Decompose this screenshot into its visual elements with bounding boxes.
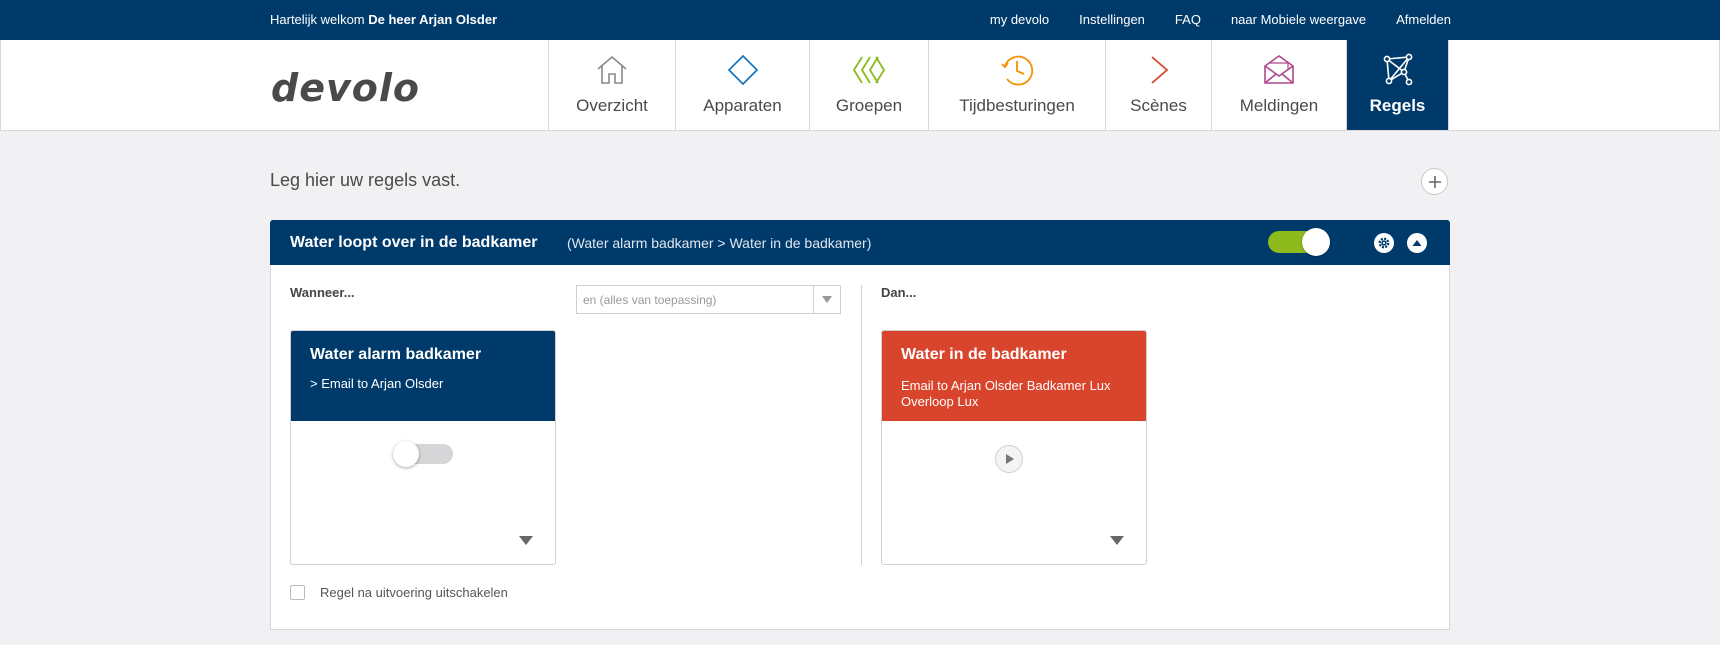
rule-path: (Water alarm badkamer > Water in de badk… [567, 235, 872, 251]
condition-toggle[interactable] [393, 441, 453, 467]
diamond-icon [727, 54, 758, 86]
nav-label: Groepen [835, 96, 903, 115]
action-card[interactable]: Water in de badkamer Email to Arjan Olsd… [881, 330, 1147, 565]
top-links: my devolo Instellingen FAQ naar Mobiele … [990, 12, 1451, 27]
nav-label: Tijdbesturingen [959, 96, 1075, 115]
disable-after-label: Regel na uitvoering uitschakelen [320, 585, 508, 600]
welcome-prefix: Hartelijk welkom [270, 12, 365, 27]
play-outline-icon [1150, 56, 1168, 84]
nav-label: Regels [1369, 96, 1426, 115]
home-icon [597, 55, 627, 84]
link-instellingen[interactable]: Instellingen [1079, 12, 1145, 27]
chevron-down-icon [1110, 536, 1124, 545]
top-bar: Hartelijk welkom De heer Arjan Olsder my… [0, 0, 1720, 40]
nav-groepen[interactable]: Groepen [809, 40, 928, 130]
toggle-knob [393, 441, 419, 467]
when-label: Wanneer... [290, 285, 355, 300]
nav-meldingen[interactable]: Meldingen [1211, 40, 1346, 130]
action-card-title: Water in de badkamer [901, 346, 1067, 363]
link-my-devolo[interactable]: my devolo [990, 12, 1049, 27]
link-mobile-view[interactable]: naar Mobiele weergave [1231, 12, 1366, 27]
envelope-icon [1264, 55, 1294, 84]
nav-overzicht[interactable]: Overzicht [548, 40, 675, 130]
page-title: Leg hier uw regels vast. [270, 170, 461, 190]
rule-enabled-toggle[interactable] [1268, 228, 1330, 256]
chevron-down-icon [813, 286, 840, 313]
operator-select[interactable]: en (alles van toepassing) [576, 285, 841, 314]
expand-card-button[interactable] [519, 533, 533, 551]
nav-label: Meldingen [1239, 96, 1319, 115]
chevron-up-icon [1412, 240, 1422, 246]
condition-card[interactable]: Water alarm badkamer > Email to Arjan Ol… [290, 330, 556, 565]
rule-name: Water loopt over in de badkamer [290, 234, 538, 251]
network-icon [1383, 53, 1412, 86]
chevron-down-icon [519, 536, 533, 545]
disable-after-checkbox[interactable] [290, 585, 305, 600]
column-divider [861, 285, 862, 565]
toggle-knob [1302, 228, 1330, 256]
devolo-logo[interactable]: devolo [271, 66, 420, 110]
user-name: De heer Arjan Olsder [368, 12, 498, 27]
expand-card-button[interactable] [1110, 533, 1124, 551]
condition-card-header: Water alarm badkamer > Email to Arjan Ol… [291, 331, 555, 421]
action-card-header: Water in de badkamer Email to Arjan Olsd… [882, 331, 1146, 421]
disable-after-row: Regel na uitvoering uitschakelen [290, 585, 508, 600]
rule-body: Wanneer... en (alles van toepassing) Dan… [270, 265, 1450, 630]
chevrons-icon [852, 56, 886, 84]
play-icon [1006, 454, 1014, 464]
welcome-text: Hartelijk welkom De heer Arjan Olsder [270, 12, 497, 27]
nav-label: Scènes [1130, 96, 1187, 115]
nav-tijdbesturingen[interactable]: Tijdbesturingen [928, 40, 1105, 130]
action-card-subtitle: Email to Arjan Olsder Badkamer Lux Overl… [901, 378, 1111, 409]
nav-label: Apparaten [703, 96, 782, 115]
rule-header[interactable]: Water loopt over in de badkamer (Water a… [270, 220, 1450, 265]
condition-card-title: Water alarm badkamer [310, 346, 482, 363]
link-logout[interactable]: Afmelden [1396, 12, 1451, 27]
nav-label: Overzicht [576, 96, 648, 115]
add-rule-button[interactable] [1421, 168, 1448, 195]
collapse-rule-button[interactable] [1407, 233, 1427, 253]
main-nav: Overzicht Apparaten Groepen Tijdbesturin… [548, 40, 1449, 130]
then-label: Dan... [881, 285, 917, 300]
header: devolo Overzicht Apparaten Groepen Tijdb… [0, 40, 1720, 131]
nav-scenes[interactable]: Scènes [1105, 40, 1211, 130]
rule-settings-button[interactable] [1374, 233, 1394, 253]
nav-regels[interactable]: Regels [1346, 40, 1449, 130]
gear-icon [1378, 237, 1390, 249]
condition-card-subtitle: > Email to Arjan Olsder [310, 376, 444, 391]
operator-value: en (alles van toepassing) [583, 293, 717, 307]
clock-icon [1001, 55, 1034, 86]
run-action-button[interactable] [995, 445, 1023, 473]
plus-icon [1428, 175, 1441, 188]
nav-apparaten[interactable]: Apparaten [675, 40, 809, 130]
link-faq[interactable]: FAQ [1175, 12, 1201, 27]
